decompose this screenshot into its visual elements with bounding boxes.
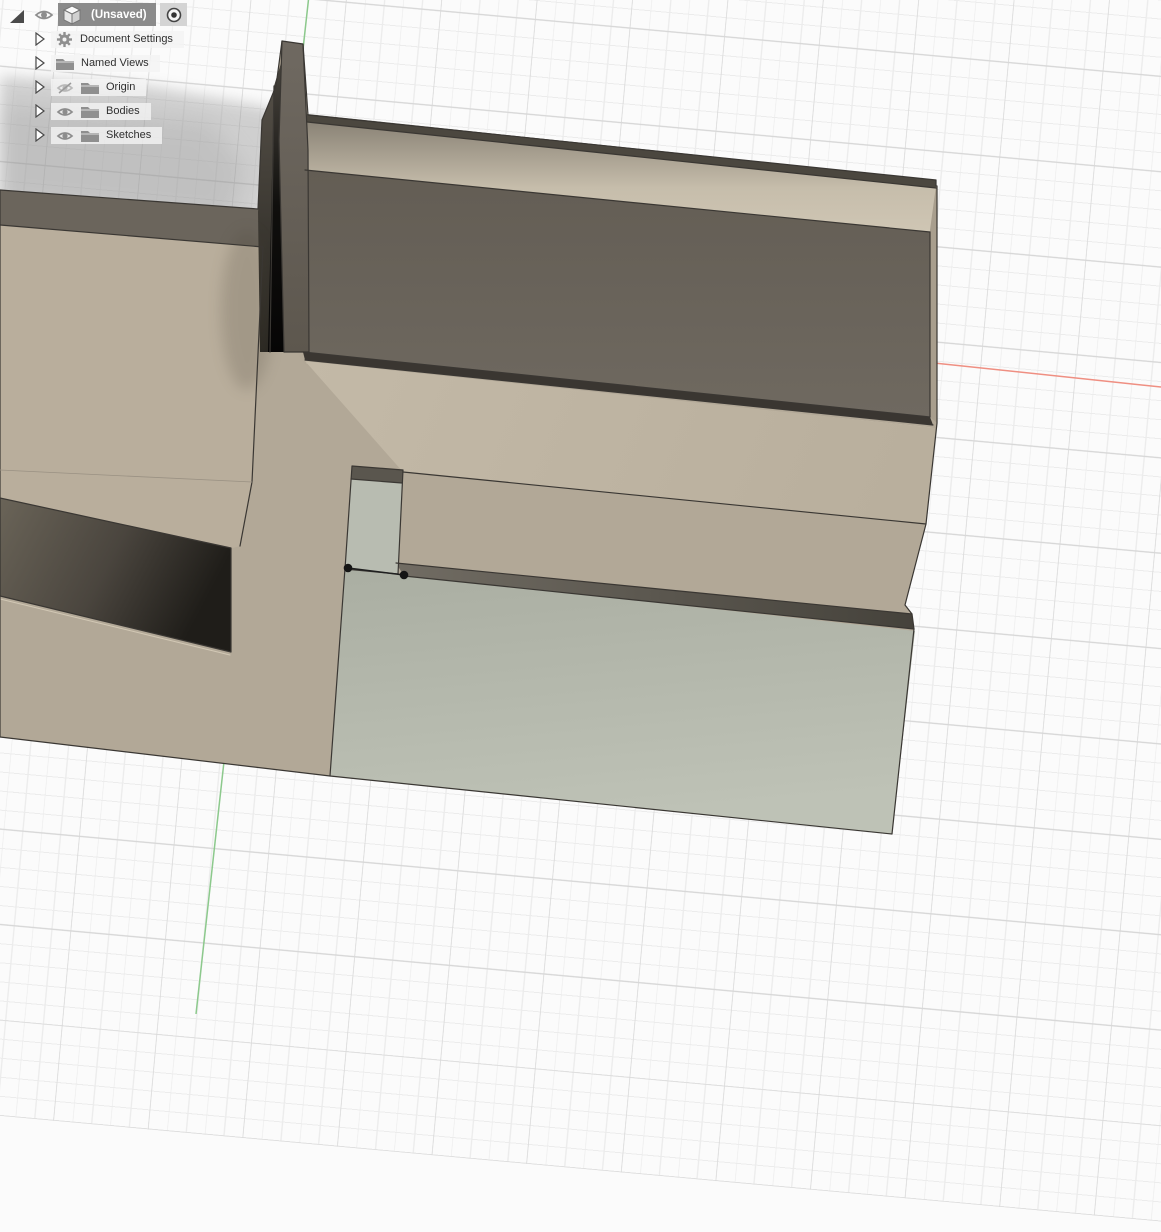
browser-panel: (Unsaved) Document Settings Named Views …	[0, 0, 320, 160]
eye-icon[interactable]	[34, 8, 54, 22]
document-title: (Unsaved)	[91, 8, 147, 21]
gear-icon	[56, 31, 73, 48]
activate-component-radio[interactable]	[160, 3, 187, 26]
model-face-left-block-top[interactable]	[0, 225, 263, 548]
browser-item-label: Sketches	[106, 129, 152, 141]
browser-item-label: Document Settings	[80, 33, 173, 45]
folder-icon	[81, 81, 99, 94]
sketch-point[interactable]	[343, 563, 353, 573]
folder-icon	[56, 57, 74, 70]
shading-smudge	[221, 230, 273, 390]
eye-slash-icon[interactable]	[56, 81, 74, 95]
chevron-right-icon[interactable]	[35, 56, 45, 70]
collapse-triangle-icon[interactable]	[8, 8, 25, 25]
eye-icon[interactable]	[56, 105, 74, 119]
browser-item-label: Origin	[106, 81, 136, 93]
browser-item-label: Named Views	[81, 57, 149, 69]
browser-root-row[interactable]: (Unsaved)	[0, 3, 200, 26]
folder-icon	[81, 105, 99, 118]
sketch-point[interactable]	[399, 570, 409, 580]
eye-icon[interactable]	[56, 129, 74, 143]
component-cube-icon	[62, 4, 82, 25]
browser-item-label: Bodies	[106, 105, 140, 117]
folder-icon	[81, 129, 99, 142]
chevron-right-icon[interactable]	[35, 128, 45, 142]
chevron-right-icon[interactable]	[35, 32, 45, 46]
model-face-piece-front[interactable]	[345, 479, 402, 574]
chevron-right-icon[interactable]	[35, 80, 45, 94]
chevron-right-icon[interactable]	[35, 104, 45, 118]
